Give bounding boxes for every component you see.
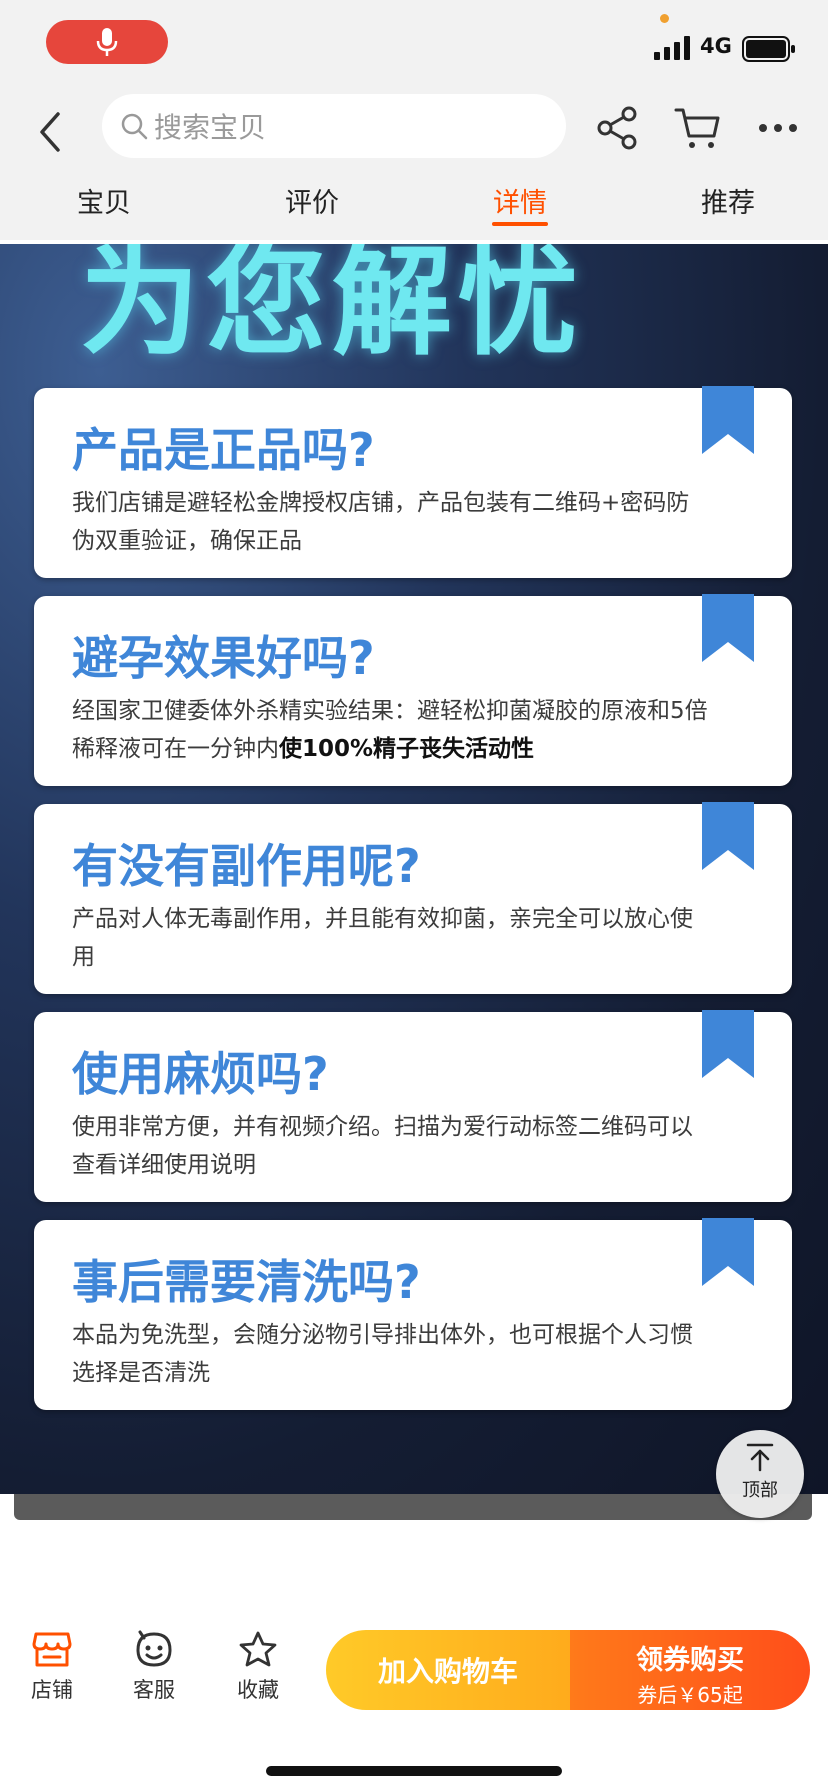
buy-with-coupon-button[interactable]: 领券购买 券后￥65起 (570, 1630, 810, 1710)
bookmark-ribbon-icon (702, 386, 754, 454)
faq-answer: 本品为免洗型，会随分泌物引导排出体外，也可根据个人习惯选择是否清洗 (72, 1322, 693, 1386)
faq-answer: 产品对人体无毒副作用，并且能有效抑菌，亲完全可以放心使用 (72, 906, 693, 970)
faq-card: 有没有副作用呢? 产品对人体无毒副作用，并且能有效抑菌，亲完全可以放心使用 (34, 802, 792, 994)
faq-answer: 我们店铺是避轻松金牌授权店铺，产品包装有二维码+密码防伪双重验证，确保正品 (72, 490, 690, 554)
privacy-dot (660, 14, 669, 23)
tab-reviews[interactable]: 评价 (252, 184, 372, 238)
faq-card: 产品是正品吗? 我们店铺是避轻松金牌授权店铺，产品包装有二维码+密码防伪双重验证… (34, 386, 792, 578)
back-to-top-button[interactable]: 顶部 (716, 1430, 804, 1518)
customer-service-label: 客服 (133, 1678, 175, 1702)
tab-details[interactable]: 详情 (460, 184, 580, 238)
bookmark-ribbon-icon (702, 594, 754, 662)
tab-recommend[interactable]: 推荐 (668, 184, 788, 238)
network-label: 4G (700, 34, 732, 58)
buy-label: 领券购买 (636, 1645, 744, 1676)
search-icon (121, 113, 148, 140)
faq-question: 使用麻烦吗? (72, 1047, 329, 1101)
image-bottom-edge (14, 1494, 812, 1520)
faq-card: 避孕效果好吗? 经国家卫健委体外杀精实验结果：避轻松抑菌凝胶的原液和5倍稀释液可… (34, 594, 792, 786)
banner-heading: 为您解忧 (80, 244, 584, 372)
faq-card: 使用麻烦吗? 使用非常方便，并有视频介绍。扫描为爱行动标签二维码可以查看详细使用… (34, 1010, 792, 1202)
faq-card: 事后需要清洗吗? 本品为免洗型，会随分泌物引导排出体外，也可根据个人习惯选择是否… (34, 1218, 792, 1410)
bottom-action-bar: 店铺 客服 收藏 加入购物车 领券购买 券后￥65起 (0, 1600, 828, 1710)
star-icon (239, 1631, 277, 1667)
faq-question: 有没有副作用呢? (72, 839, 421, 893)
more-options-icon[interactable] (756, 106, 800, 150)
navigation-bar: 搜索宝贝 宝贝 评价 详情 推荐 (0, 88, 828, 240)
cart-icon[interactable] (674, 104, 722, 152)
buy-price-label: 券后￥65起 (637, 1683, 743, 1707)
customer-service-button[interactable]: 客服 (114, 1630, 194, 1704)
favorite-button[interactable]: 收藏 (218, 1630, 298, 1704)
product-detail-image: 为您解忧 产品是正品吗? 我们店铺是避轻松金牌授权店铺，产品包装有二维码+密码防… (0, 244, 828, 1494)
search-input[interactable]: 搜索宝贝 (102, 94, 566, 158)
add-to-cart-button[interactable]: 加入购物车 (326, 1630, 570, 1710)
microphone-icon (96, 28, 118, 56)
faq-question: 事后需要清洗吗? (72, 1255, 421, 1309)
faq-answer: 使用非常方便，并有视频介绍。扫描为爱行动标签二维码可以查看详细使用说明 (72, 1114, 693, 1178)
signal-icon (654, 36, 690, 60)
shop-icon (32, 1632, 72, 1667)
bookmark-ribbon-icon (702, 802, 754, 870)
status-bar: 4G (0, 0, 828, 88)
faq-answer: 经国家卫健委体外杀精实验结果：避轻松抑菌凝胶的原液和5倍稀释液可在一分钟内使10… (72, 698, 708, 762)
shop-label: 店铺 (31, 1678, 73, 1702)
search-placeholder: 搜索宝贝 (154, 111, 267, 144)
faq-question: 产品是正品吗? (72, 423, 375, 477)
share-icon[interactable] (596, 106, 640, 150)
bookmark-ribbon-icon (702, 1218, 754, 1286)
tab-bar: 宝贝 评价 详情 推荐 (0, 184, 828, 240)
back-to-top-label: 顶部 (742, 1480, 778, 1501)
home-indicator[interactable] (266, 1766, 562, 1776)
battery-icon (742, 36, 795, 62)
shop-button[interactable]: 店铺 (12, 1630, 92, 1704)
favorite-label: 收藏 (237, 1678, 279, 1702)
arrow-up-icon (746, 1443, 774, 1472)
back-arrow-icon[interactable] (30, 108, 70, 156)
customer-service-icon (136, 1630, 172, 1667)
bookmark-ribbon-icon (702, 1010, 754, 1078)
microphone-indicator[interactable] (46, 20, 168, 64)
faq-question: 避孕效果好吗? (72, 631, 375, 685)
tab-item[interactable]: 宝贝 (44, 184, 164, 238)
